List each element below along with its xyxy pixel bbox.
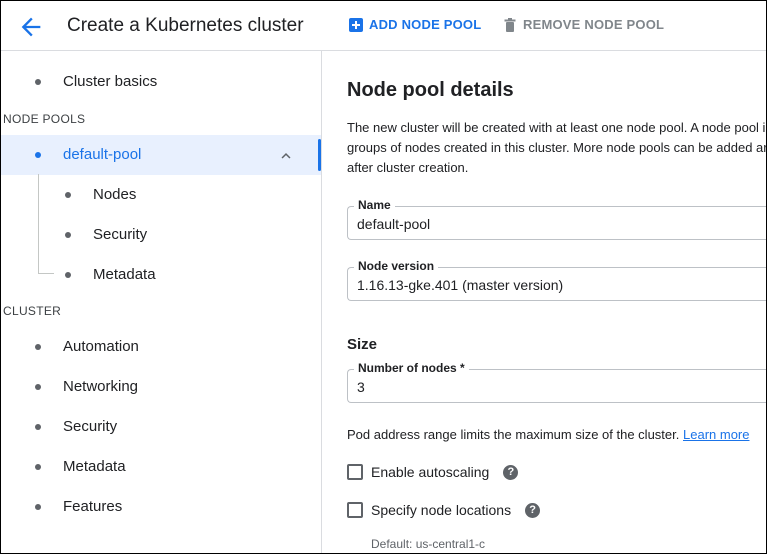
node-version-label: Node version [354, 259, 439, 273]
bullet-icon [65, 232, 71, 238]
size-section-title: Size [347, 336, 378, 353]
cluster-heading: CLUSTER [3, 304, 62, 318]
remove-node-pool-button[interactable]: REMOVE NODE POOL [503, 17, 664, 32]
bullet-icon [35, 344, 41, 350]
bullet-icon [35, 152, 41, 158]
description: The new cluster will be created with at … [347, 118, 767, 178]
name-field[interactable]: Name default-pool [347, 198, 766, 240]
sidebar-item-pool-metadata[interactable]: Metadata [1, 255, 321, 295]
default-location-text: Default: us-central1-c [371, 537, 486, 551]
sidebar-item-features[interactable]: Features [1, 487, 321, 527]
sidebar-item-label: Cluster basics [63, 73, 158, 90]
trash-icon [503, 17, 517, 32]
sidebar-item-label: Nodes [93, 186, 137, 203]
bullet-icon [35, 424, 41, 430]
node-version-field[interactable]: Node version 1.16.13-gke.401 (master ver… [347, 259, 766, 301]
sidebar-item-label: Metadata [63, 458, 126, 475]
sidebar-item-label: Security [63, 418, 118, 435]
pod-range-hint-text: Pod address range limits the maximum siz… [347, 427, 680, 442]
sidebar-item-label: Networking [63, 378, 139, 395]
sidebar-item-label: Security [93, 226, 148, 243]
sidebar-item-label: Features [63, 498, 123, 515]
sidebar-item-label: Automation [63, 338, 139, 355]
bullet-icon [35, 464, 41, 470]
bullet-icon [65, 192, 71, 198]
bullet-icon [35, 504, 41, 510]
active-indicator [318, 139, 321, 171]
sidebar-item-cluster-basics[interactable]: Cluster basics [1, 62, 321, 102]
learn-more-link[interactable]: Learn more [683, 427, 749, 442]
sidebar-item-pool-security[interactable]: Security [1, 215, 321, 255]
back-arrow-icon[interactable] [17, 13, 45, 41]
help-icon[interactable]: ? [503, 464, 519, 480]
sidebar-item-label: Metadata [93, 266, 156, 283]
node-version-value[interactable]: 1.16.13-gke.401 (master version) [357, 277, 563, 293]
add-node-pool-label: ADD NODE POOL [369, 17, 482, 32]
add-box-icon [349, 17, 363, 32]
bullet-icon [35, 79, 41, 85]
description-line: groups of nodes created in this cluster.… [347, 140, 767, 155]
name-field-label: Name [354, 198, 395, 212]
sidebar-item-default-pool[interactable]: default-pool [1, 135, 321, 175]
enable-autoscaling-label: Enable autoscaling [371, 464, 490, 480]
app-window: Create a Kubernetes cluster ADD NODE POO… [0, 0, 767, 554]
pod-range-hint: Pod address range limits the maximum siz… [347, 427, 749, 442]
sidebar-nav: Cluster basics NODE POOLS default-pool N… [1, 51, 322, 553]
top-bar: Create a Kubernetes cluster ADD NODE POO… [1, 1, 766, 51]
description-line: The new cluster will be created with at … [347, 120, 766, 135]
enable-autoscaling-checkbox[interactable] [347, 464, 363, 480]
number-of-nodes-field[interactable]: Number of nodes * 3 [347, 361, 766, 403]
name-field-value[interactable]: default-pool [357, 216, 430, 232]
sidebar-item-nodes[interactable]: Nodes [1, 175, 321, 215]
chevron-up-icon[interactable] [277, 147, 295, 165]
number-of-nodes-label: Number of nodes * [354, 361, 469, 375]
sidebar-item-networking[interactable]: Networking [1, 367, 321, 407]
node-locations-row[interactable]: Specify node locations ? [347, 500, 541, 520]
number-of-nodes-value[interactable]: 3 [357, 379, 365, 395]
node-locations-checkbox[interactable] [347, 502, 363, 518]
page-title: Node pool details [347, 79, 514, 101]
page-header-title: Create a Kubernetes cluster [67, 15, 304, 36]
main-panel: Node pool details The new cluster will b… [323, 51, 767, 553]
add-node-pool-button[interactable]: ADD NODE POOL [349, 17, 481, 32]
sidebar-item-label: default-pool [63, 146, 142, 163]
sidebar-item-metadata[interactable]: Metadata [1, 447, 321, 487]
sidebar-item-security[interactable]: Security [1, 407, 321, 447]
bullet-icon [65, 272, 71, 278]
node-locations-label: Specify node locations [371, 502, 512, 518]
help-icon[interactable]: ? [525, 502, 541, 518]
remove-node-pool-label: REMOVE NODE POOL [523, 17, 665, 32]
sidebar-item-automation[interactable]: Automation [1, 327, 321, 367]
bullet-icon [35, 384, 41, 390]
enable-autoscaling-row[interactable]: Enable autoscaling ? [347, 462, 519, 482]
description-line: after cluster creation. [347, 160, 469, 175]
node-pools-heading: NODE POOLS [3, 112, 86, 126]
